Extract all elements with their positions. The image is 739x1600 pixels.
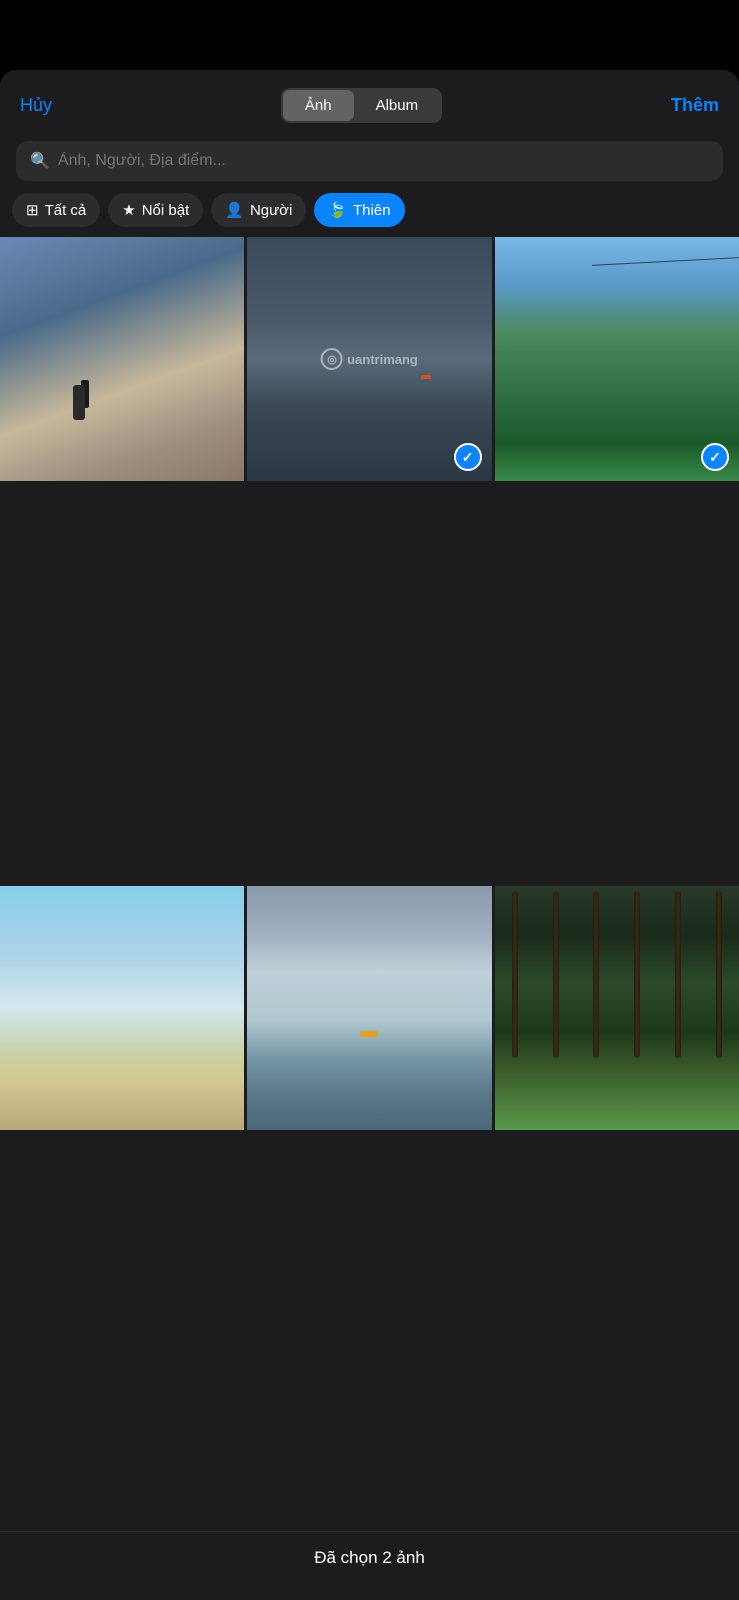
photo-grid: ◎ uantrimang ✓ ✓ — [0, 237, 739, 1531]
cancel-button[interactable]: Hủy — [20, 95, 52, 116]
photo-cell-6[interactable] — [495, 886, 739, 1130]
selected-badge-2: ✓ — [454, 443, 482, 471]
add-button[interactable]: Thêm — [671, 95, 719, 116]
grid-icon: ⊞ — [26, 201, 39, 219]
trunk-1 — [512, 891, 518, 1059]
filter-people-label: Người — [250, 202, 292, 219]
trunk-5 — [675, 891, 681, 1059]
photo-thumbnail-2: ◎ uantrimang — [247, 237, 491, 481]
photo-thumbnail-1 — [0, 237, 244, 481]
search-bar: 🔍 — [16, 141, 723, 181]
search-icon: 🔍 — [30, 151, 50, 171]
modal-header: Hủy Ảnh Album Thêm — [0, 70, 739, 137]
person-icon: 👤 — [225, 201, 244, 219]
trunk-2 — [553, 891, 559, 1059]
ship-detail — [421, 375, 431, 379]
watermark-overlay: ◎ uantrimang — [321, 348, 418, 370]
star-icon: ★ — [122, 201, 135, 219]
photo-cell-1[interactable] — [0, 237, 244, 481]
photo-cell-2[interactable]: ◎ uantrimang ✓ — [247, 237, 491, 481]
trunk-6 — [716, 891, 722, 1059]
tree-trunks-detail — [495, 886, 739, 1130]
filter-nature-label: Thiên — [353, 202, 391, 219]
trunk-3 — [593, 891, 599, 1059]
bottom-bar: Đã chọn 2 ảnh — [0, 1531, 739, 1600]
boat-detail — [360, 1031, 378, 1037]
trunk-4 — [634, 891, 640, 1059]
leaf-icon: 🍃 — [328, 201, 347, 219]
selection-status-text: Đã chọn 2 ảnh — [314, 1548, 425, 1567]
photo-cell-3[interactable]: ✓ — [495, 237, 739, 481]
photo-cell-5[interactable] — [247, 886, 491, 1130]
person-detail — [81, 380, 89, 408]
filter-nature-button[interactable]: 🍃 Thiên — [314, 193, 404, 227]
photo-cell-4[interactable] — [0, 886, 244, 1130]
watermark-icon: ◎ — [321, 348, 343, 370]
filter-row: ⊞ Tất cả ★ Nổi bật 👤 Người 🍃 Thiên — [0, 193, 739, 237]
watermark-text: uantrimang — [347, 352, 418, 367]
filter-featured-label: Nổi bật — [142, 202, 190, 219]
photo-thumbnail-3 — [495, 237, 739, 481]
filter-all-label: Tất cả — [45, 202, 87, 219]
photo-thumbnail-4 — [0, 886, 244, 1130]
wire-detail — [592, 258, 738, 267]
filter-people-button[interactable]: 👤 Người — [211, 193, 306, 227]
filter-all-button[interactable]: ⊞ Tất cả — [12, 193, 100, 227]
photo-picker-modal: Hủy Ảnh Album Thêm 🔍 ⊞ Tất cả ★ Nổi bật … — [0, 70, 739, 1600]
segment-control: Ảnh Album — [281, 88, 442, 123]
search-input[interactable] — [58, 152, 709, 170]
segment-album-tab[interactable]: Album — [354, 90, 441, 121]
photo-thumbnail-5 — [247, 886, 491, 1130]
segment-photo-tab[interactable]: Ảnh — [283, 90, 354, 121]
filter-featured-button[interactable]: ★ Nổi bật — [108, 193, 203, 227]
photo-thumbnail-6 — [495, 886, 739, 1130]
